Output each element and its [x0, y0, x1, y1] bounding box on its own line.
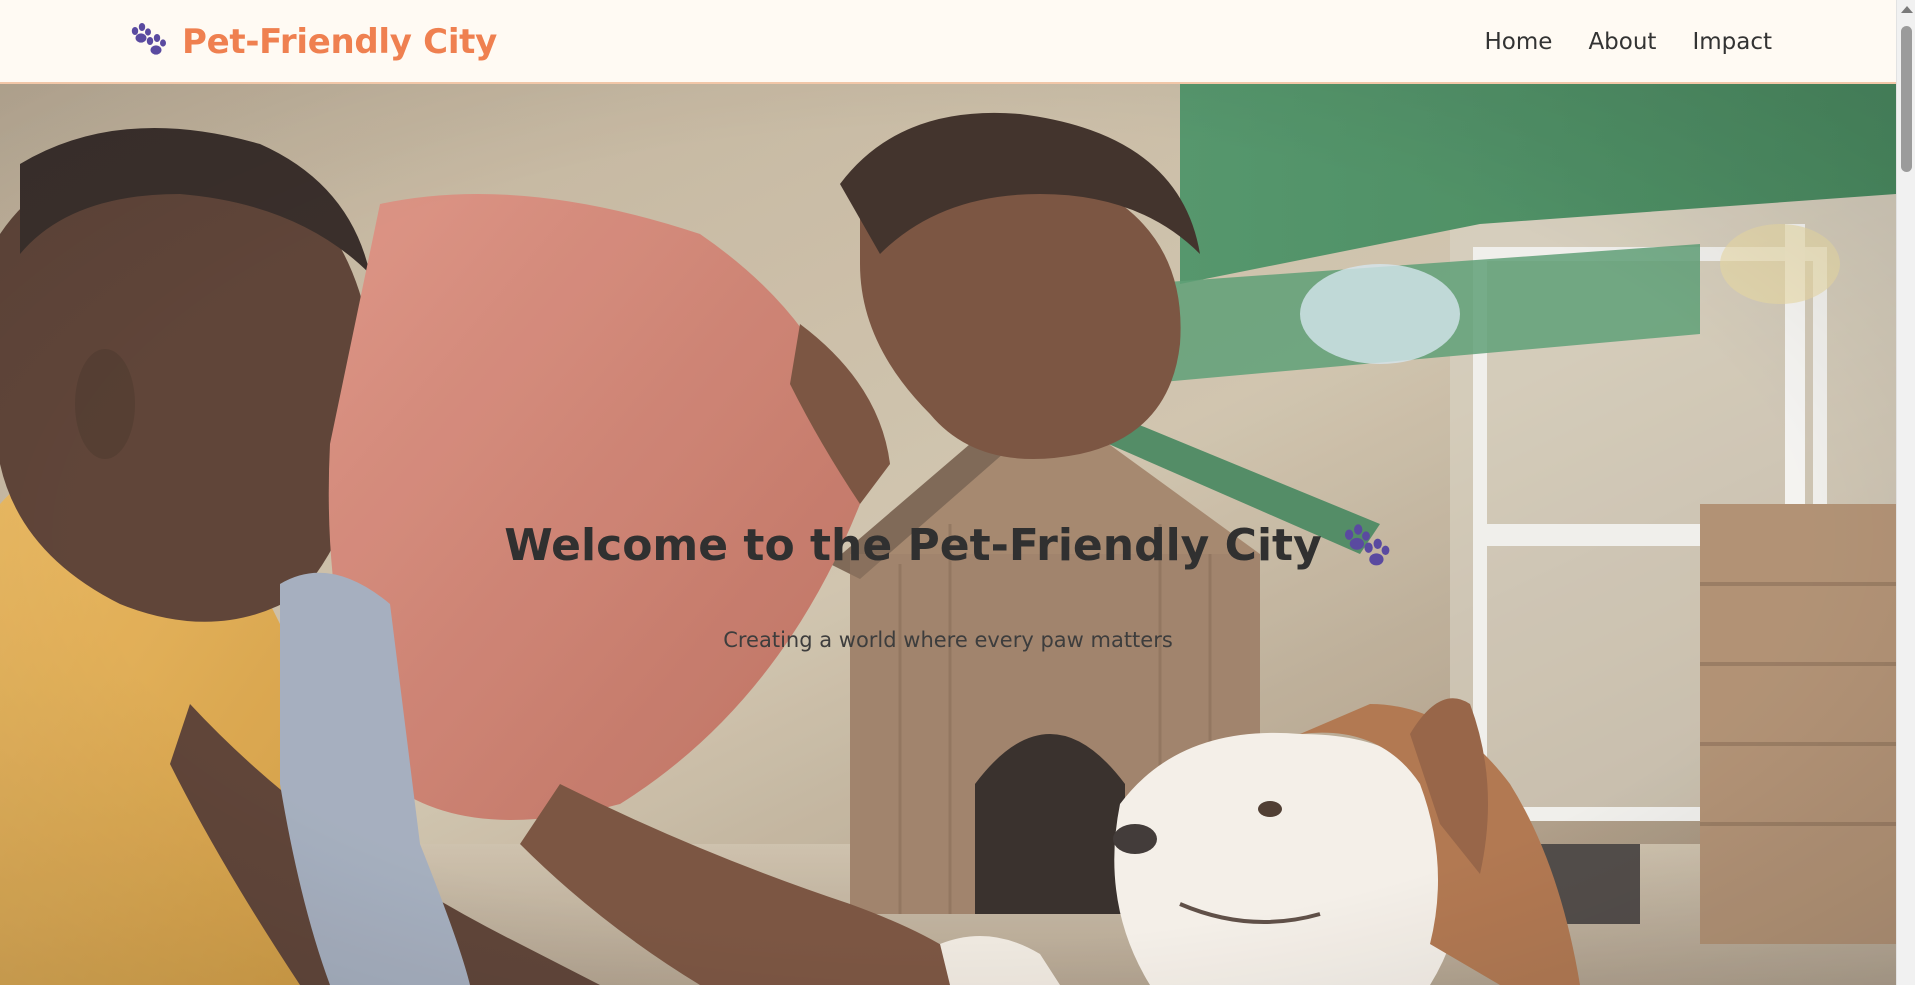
scroll-up-arrow-icon[interactable]: [1901, 6, 1913, 13]
brand-title: Pet-Friendly City: [182, 22, 497, 62]
scroll-thumb[interactable]: [1901, 26, 1912, 172]
vertical-scrollbar[interactable]: [1896, 0, 1915, 985]
nav-link-impact[interactable]: Impact: [1692, 26, 1772, 58]
paw-icon: [1344, 524, 1390, 566]
hero-subtitle: Creating a world where every paw matters: [723, 628, 1173, 652]
hero-section: Welcome to the Pet-Friendly City Creatin…: [0, 84, 1896, 985]
top-navbar: Pet-Friendly City Home About Impact: [0, 0, 1896, 84]
main-nav: Home About Impact: [1485, 26, 1772, 58]
paw-icon: [131, 23, 166, 55]
nav-link-home[interactable]: Home: [1485, 26, 1553, 58]
hero-title-text: Welcome to the Pet-Friendly City: [504, 520, 1322, 571]
brand-logo[interactable]: Pet-Friendly City: [128, 22, 497, 62]
hero-title: Welcome to the Pet-Friendly City: [0, 516, 1896, 576]
nav-link-about[interactable]: About: [1588, 26, 1656, 58]
